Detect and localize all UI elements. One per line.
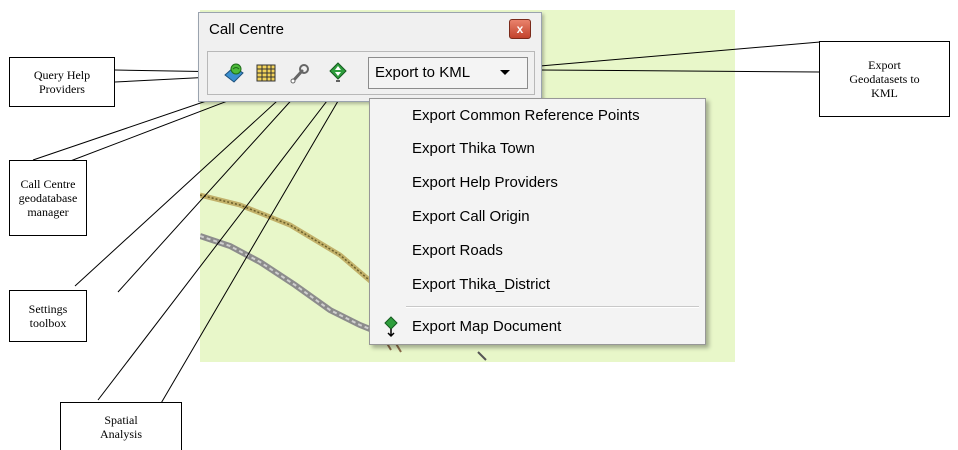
export-to-kml-label: Export to KML [375, 64, 471, 81]
spatial-analysis-tool[interactable] [326, 61, 350, 85]
callout-settings-toolbox: Settings toolbox [9, 290, 87, 342]
callout-text: Call Centre geodatabase manager [18, 177, 78, 219]
callout-text: Query Help Providers [33, 68, 91, 96]
callout-spatial-analysis: Spatial Analysis [60, 402, 182, 450]
close-button[interactable]: x [509, 19, 531, 39]
globe-query-icon [224, 63, 244, 83]
menu-item-export-help-providers[interactable]: Export Help Providers [370, 166, 705, 199]
green-diamond-arrows-icon [329, 62, 347, 82]
callout-text: Spatial Analysis [100, 412, 142, 441]
close-icon: x [516, 22, 524, 36]
wrench-icon [290, 64, 309, 84]
call-centre-toolbar: Call Centre x Export to KML [198, 12, 542, 102]
menu-item-export-call-origin[interactable]: Export Call Origin [370, 200, 705, 233]
menu-item-export-map-document[interactable]: Export Map Document [370, 310, 705, 343]
export-menu: Export Common Reference Points Export Th… [369, 98, 706, 345]
geodatabase-manager-tool[interactable] [254, 61, 278, 85]
callout-text: Settings toolbox [28, 302, 68, 330]
menu-item-label: Export Map Document [412, 318, 562, 335]
query-help-providers-tool[interactable] [222, 61, 246, 85]
callout-geodatabase-manager: Call Centre geodatabase manager [9, 160, 87, 236]
callout-export-geodatasets: Export Geodatasets to KML [819, 41, 950, 117]
export-map-document-icon [384, 316, 398, 338]
tool-row: Export to KML [207, 51, 535, 95]
chevron-down-icon [500, 70, 510, 75]
settings-toolbox-tool[interactable] [288, 61, 312, 85]
export-to-kml-dropdown[interactable]: Export to KML [368, 57, 528, 89]
callout-text: Export Geodatasets to KML [849, 58, 920, 100]
menu-separator [406, 306, 699, 308]
grid-table-icon [256, 64, 276, 82]
menu-item-export-thika-district[interactable]: Export Thika_District [370, 268, 705, 301]
menu-item-export-common-reference-points[interactable]: Export Common Reference Points [370, 99, 705, 132]
menu-item-export-roads[interactable]: Export Roads [370, 234, 705, 267]
callout-query-help-providers: Query Help Providers [9, 57, 115, 107]
toolbar-title: Call Centre [209, 21, 285, 38]
menu-item-export-thika-town[interactable]: Export Thika Town [370, 132, 705, 165]
